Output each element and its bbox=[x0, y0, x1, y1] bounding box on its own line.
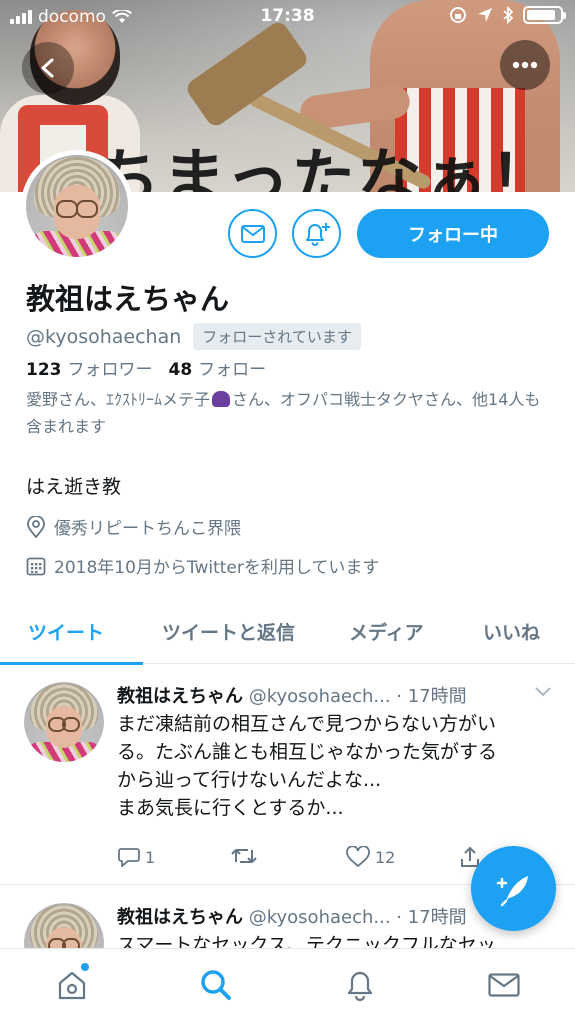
tweet-text-line: まあ気長に行くとするか... bbox=[117, 797, 344, 819]
followed-by-text-1: 愛野さん、ｴｸｽﾄﾘｰﾑメテ子 bbox=[26, 390, 211, 409]
follows-you-badge: フォローされています bbox=[193, 323, 361, 350]
retweet-button[interactable] bbox=[230, 846, 258, 866]
tweet-avatar-image bbox=[24, 682, 104, 762]
tweet-author-name: 教祖はえちゃん bbox=[117, 907, 243, 928]
followers-link[interactable]: 123 フォロワー bbox=[26, 360, 153, 380]
like-count: 12 bbox=[375, 847, 396, 867]
tweet-text: スマートなセックス、テクニックフルなセッ bbox=[117, 931, 557, 948]
heart-icon bbox=[346, 846, 370, 868]
compose-tweet-button[interactable] bbox=[471, 846, 556, 931]
chevron-left-icon bbox=[41, 58, 54, 78]
profile-handle: @kyosohaechan bbox=[26, 325, 182, 348]
location-arrow-icon bbox=[478, 8, 492, 22]
bottom-tab-bar bbox=[0, 948, 575, 1024]
more-dots-icon bbox=[512, 61, 538, 69]
notifications-toggle-button[interactable] bbox=[292, 209, 341, 258]
orientation-lock-icon bbox=[450, 7, 466, 23]
tweet-avatar[interactable] bbox=[24, 682, 104, 762]
retweet-icon bbox=[231, 849, 257, 863]
home-notification-dot bbox=[81, 963, 89, 971]
profile-tabs: ツイート ツイートと返信 メディア いいね bbox=[0, 604, 575, 665]
nav-home[interactable] bbox=[52, 965, 92, 1005]
more-options-button[interactable] bbox=[500, 40, 550, 90]
active-tab-indicator bbox=[0, 662, 143, 665]
tweet-text-line: スマートなセックス、テクニックフルなセッ bbox=[117, 934, 496, 948]
followers-count: 123 bbox=[26, 360, 62, 380]
bell-icon bbox=[347, 971, 373, 1001]
like-button[interactable]: 12 bbox=[345, 846, 395, 868]
tweet-avatar[interactable] bbox=[24, 903, 104, 948]
location-row: 優秀リピートちんこ界隈 bbox=[26, 514, 241, 539]
tab-likes[interactable]: いいね bbox=[483, 618, 540, 645]
profile-joined-date: 2018年10月からTwitterを利用しています bbox=[54, 558, 380, 578]
home-icon bbox=[58, 971, 86, 1000]
follow-counts: 123 フォロワー 48 フォロー bbox=[26, 355, 266, 380]
profile-avatar[interactable] bbox=[21, 150, 133, 262]
chevron-down-icon[interactable] bbox=[534, 686, 552, 698]
tab-tweets[interactable]: ツイート bbox=[28, 618, 104, 645]
location-pin-icon bbox=[27, 515, 45, 538]
search-icon bbox=[201, 970, 231, 1000]
followers-label: フォロワー bbox=[67, 360, 153, 380]
bluetooth-icon bbox=[503, 6, 513, 24]
tweet-header: 教祖はえちゃん @kyosohaech... · 17時間 bbox=[117, 682, 557, 708]
alien-emoji-icon bbox=[212, 391, 231, 407]
tweet-text-line: から辿って行けないんだよな... bbox=[117, 769, 382, 791]
compose-feather-icon bbox=[496, 875, 528, 906]
tweet-avatar-image bbox=[24, 903, 104, 948]
profile-bio: はえ逝き教 bbox=[26, 476, 122, 498]
tab-tweets-and-replies[interactable]: ツイートと返信 bbox=[162, 618, 295, 645]
message-button[interactable] bbox=[228, 209, 277, 258]
tweet-author-name: 教祖はえちゃん bbox=[117, 686, 243, 707]
reply-count: 1 bbox=[145, 847, 156, 867]
profile-location: 優秀リピートちんこ界隈 bbox=[54, 519, 241, 539]
reply-button[interactable]: 1 bbox=[117, 846, 155, 868]
profile-name: 教祖はえちゃん bbox=[26, 282, 230, 316]
following-link[interactable]: 48 フォロー bbox=[169, 360, 267, 380]
handle-row: @kyosohaechan フォローされています bbox=[26, 323, 361, 350]
following-label: フォロー bbox=[198, 360, 267, 380]
battery-icon bbox=[523, 6, 566, 24]
nav-search[interactable] bbox=[196, 965, 236, 1005]
tab-media[interactable]: メディア bbox=[349, 618, 424, 645]
mail-icon bbox=[488, 973, 520, 997]
calendar-icon bbox=[26, 557, 46, 575]
reply-icon bbox=[118, 848, 140, 867]
tweet-text: まだ凍結前の相互さんで見つからない方がい る。たぶん誰とも相互じゃなかった気がす… bbox=[117, 710, 557, 822]
tweet-meta: @kyosohaech... · 17時間 bbox=[248, 907, 467, 928]
followers-you-know[interactable]: 愛野さん、ｴｸｽﾄﾘｰﾑメテ子 さん、オフパコ戦士タクヤさん、他14人も含まれます bbox=[26, 386, 551, 440]
following-count: 48 bbox=[168, 360, 193, 380]
following-button[interactable]: フォロー中 bbox=[357, 209, 549, 258]
tweet-text-line: る。たぶん誰とも相互じゃなかった気がする bbox=[117, 741, 498, 763]
mail-icon bbox=[240, 224, 265, 243]
tweet-item[interactable]: 教祖はえちゃん @kyosohaech... · 17時間 まだ凍結前の相互さん… bbox=[0, 682, 575, 882]
joined-row: 2018年10月からTwitterを利用しています bbox=[26, 553, 379, 578]
status-bar: docomo 17:38 bbox=[0, 0, 575, 34]
nav-notifications[interactable] bbox=[340, 965, 380, 1005]
tweet-meta: @kyosohaech... · 17時間 bbox=[248, 686, 467, 707]
bell-plus-icon bbox=[305, 222, 330, 246]
tweet-text-line: まだ凍結前の相互さんで見つからない方がい bbox=[117, 713, 497, 735]
nav-messages[interactable] bbox=[484, 965, 524, 1005]
back-button[interactable] bbox=[22, 42, 74, 94]
avatar-image bbox=[26, 155, 128, 257]
